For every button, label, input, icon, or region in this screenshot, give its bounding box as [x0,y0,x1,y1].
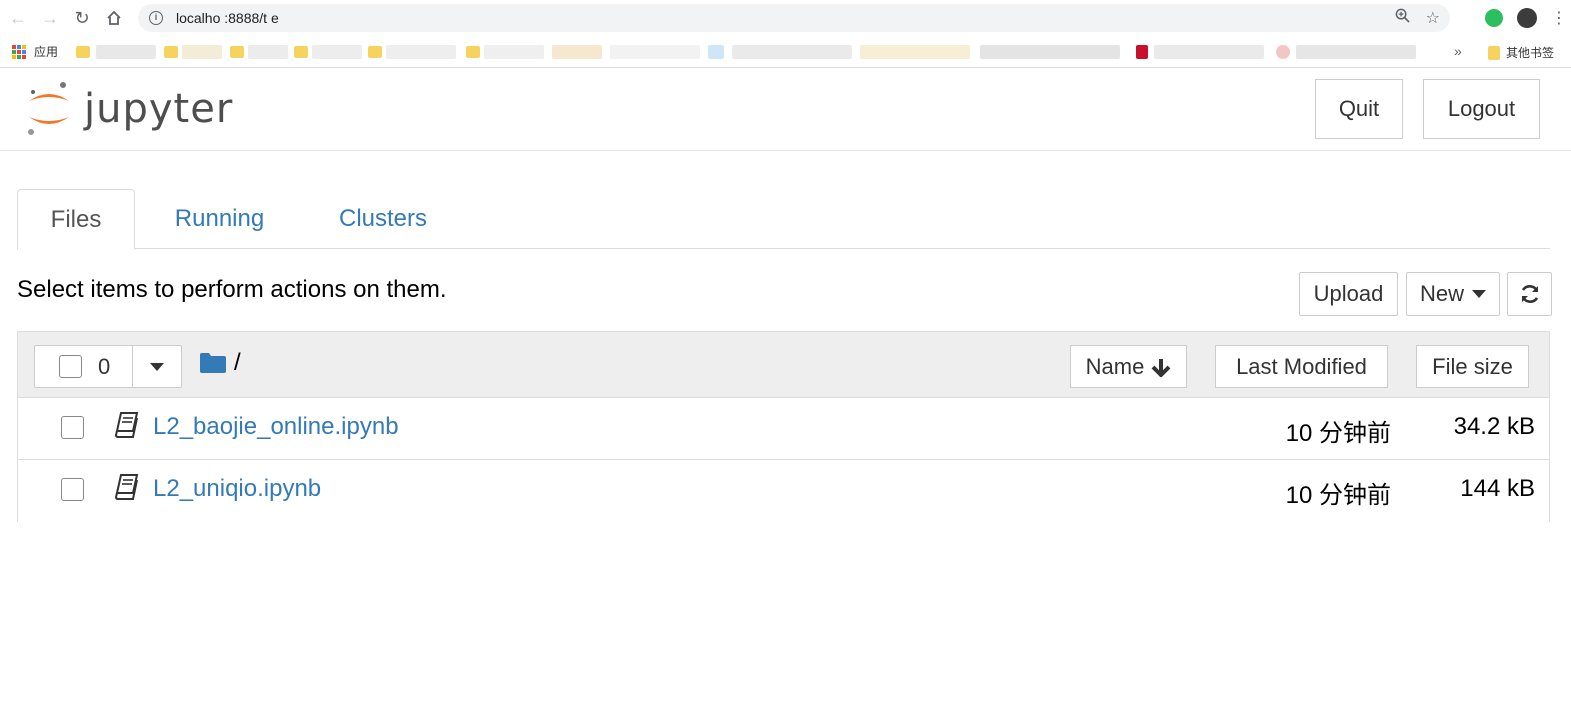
table-row[interactable]: L2_uniqio.ipynb 10 分钟前 144 kB [18,460,1549,522]
new-button[interactable]: New [1406,272,1500,316]
blurred-bookmark[interactable] [610,45,700,59]
arrow-down-icon [1151,358,1171,377]
folder-icon [1488,45,1500,60]
quit-button[interactable]: Quit [1315,79,1403,139]
blurred-bookmark[interactable] [484,45,544,59]
back-icon[interactable]: ← [2,2,34,34]
info-icon[interactable]: i [149,11,163,25]
bookmarks-overflow-icon[interactable]: » [1454,43,1462,59]
table-row[interactable]: L2_baojie_online.ipynb 10 分钟前 34.2 kB [18,398,1549,460]
refresh-button[interactable] [1507,272,1552,316]
evernote-icon[interactable] [1485,9,1503,27]
blurred-bookmark[interactable] [552,45,602,59]
avatar[interactable] [1517,8,1537,28]
blurred-bookmark[interactable] [1154,45,1264,59]
menu-icon[interactable]: ⋮ [1551,8,1567,28]
selected-count: 0 [98,353,111,379]
blurred-bookmark[interactable] [248,45,288,59]
new-button-label: New [1419,281,1464,306]
blurred-bookmark[interactable] [708,45,724,59]
file-list-header: 0 / Name Last Modified File size [18,332,1549,398]
file-size: 144 kB [1460,475,1535,502]
logo-text: jupyter [84,86,234,132]
row-checkbox[interactable] [61,478,84,501]
file-modified: 10 分钟前 [1285,482,1391,509]
file-list: 0 / Name Last Modified File size L2_baoj… [17,331,1550,522]
file-name-link[interactable]: L2_baojie_online.ipynb [153,413,399,441]
url-text: localho :8888/t e [176,10,279,26]
notebook-icon [115,412,139,438]
blurred-bookmark[interactable] [732,45,852,59]
blurred-bookmark[interactable] [182,45,222,59]
star-icon[interactable]: ☆ [1426,8,1440,28]
address-bar[interactable]: i localho :8888/t e ☆ [138,4,1450,32]
bookmark-other[interactable]: 其他书签 [1488,44,1554,61]
sort-name-button[interactable]: Name [1070,345,1187,388]
refresh-icon [1521,285,1538,303]
upload-button[interactable]: Upload [1299,272,1398,316]
jupyter-header: jupyter Quit Logout [0,69,1571,151]
chevron-down-icon [150,362,164,371]
selection-hint: Select items to perform actions on them. [17,276,447,303]
home-icon[interactable] [98,2,130,34]
folder-icon[interactable] [164,46,178,58]
blurred-bookmark[interactable] [1276,45,1290,59]
file-modified: 10 分钟前 [1285,420,1391,447]
jupyter-logo-icon [28,82,69,135]
sort-modified-button[interactable]: Last Modified [1215,345,1388,388]
row-checkbox[interactable] [61,416,84,439]
bookmark-apps[interactable]: 应用 [34,43,58,60]
folder-icon[interactable] [466,46,480,58]
reload-icon[interactable]: ↻ [66,2,98,34]
file-name-link[interactable]: L2_uniqio.ipynb [153,475,321,503]
blurred-bookmark[interactable] [312,45,362,59]
sort-name-label: Name [1085,353,1145,379]
blurred-bookmark[interactable] [1136,45,1148,59]
tab-running[interactable]: Running [157,189,282,249]
blurred-bookmark[interactable] [1296,45,1416,59]
apps-icon[interactable] [12,44,26,59]
folder-icon[interactable] [230,46,244,58]
blurred-bookmark[interactable] [980,45,1120,59]
select-all-group: 0 [34,345,182,388]
tab-clusters[interactable]: Clusters [323,189,443,249]
bookmark-other-label: 其他书签 [1506,46,1555,60]
folder-icon[interactable] [76,46,90,58]
sort-size-button[interactable]: File size [1416,345,1529,388]
select-menu-button[interactable] [133,346,181,387]
tab-files[interactable]: Files [17,189,135,250]
bookmarks-bar: 应用 » 其他书签 [0,36,1571,68]
jupyter-logo[interactable]: jupyter [26,81,233,137]
browser-toolbar: ← → ↻ i localho :8888/t e ☆ ⋮ [0,0,1571,36]
breadcrumb[interactable]: / [234,349,241,377]
folder-icon[interactable] [200,352,226,373]
folder-icon[interactable] [368,46,382,58]
notebook-icon [115,474,139,500]
zoom-icon[interactable] [1395,8,1410,28]
blurred-bookmark[interactable] [386,45,456,59]
folder-icon[interactable] [294,46,308,58]
logout-button[interactable]: Logout [1423,79,1540,139]
file-size: 34.2 kB [1453,413,1535,440]
blurred-bookmark[interactable] [96,45,156,59]
select-all-toggle[interactable]: 0 [35,346,133,387]
blurred-bookmark[interactable] [860,45,970,59]
chevron-down-icon [1472,290,1486,298]
forward-icon[interactable]: → [34,2,66,34]
main-tabs: Files Running Clusters [17,189,1550,250]
select-all-checkbox[interactable] [59,355,82,378]
